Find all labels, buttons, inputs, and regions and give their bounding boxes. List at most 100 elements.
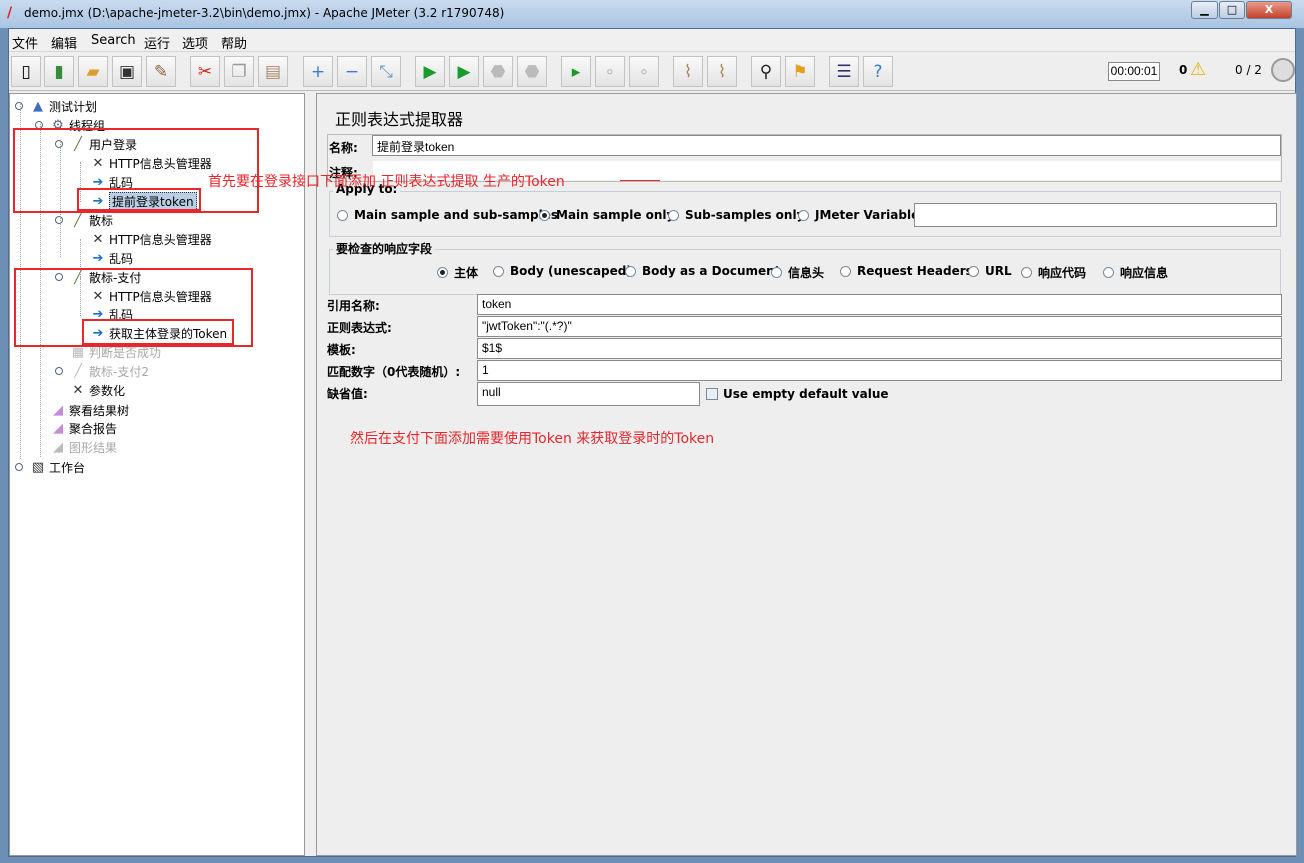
- active-threads: 0 / 2: [1235, 63, 1262, 77]
- radio-url[interactable]: URL: [968, 264, 1012, 278]
- tree-node[interactable]: ▲ 测试计划: [30, 97, 97, 115]
- radio-response-code[interactable]: 响应代码: [1021, 264, 1086, 281]
- help-icon[interactable]: ?: [863, 56, 893, 87]
- paste-icon[interactable]: ▤: [258, 56, 288, 87]
- tree-node-label: 散标: [89, 213, 114, 228]
- search-icon[interactable]: ⚲: [751, 56, 781, 87]
- tree-node-label: HTTP信息头管理器: [109, 232, 212, 247]
- radio-body-unescaped[interactable]: Body (unescaped): [493, 264, 632, 278]
- sampler-icon: ╱: [74, 363, 82, 379]
- cut-icon[interactable]: ✂: [190, 56, 220, 87]
- radio-main-only[interactable]: Main sample only: [539, 208, 674, 222]
- stop-icon[interactable]: ⬣: [483, 56, 513, 87]
- ref-name-input[interactable]: token: [477, 294, 1282, 315]
- config-icon: ✕: [92, 231, 104, 247]
- sampler-icon: ╱: [74, 212, 82, 228]
- radio-request-headers[interactable]: Request Headers: [840, 264, 973, 278]
- error-count: 0: [1179, 63, 1188, 77]
- minimize-button[interactable]: ▁: [1191, 1, 1218, 19]
- open-icon[interactable]: ▰: [78, 56, 108, 87]
- close-button[interactable]: X: [1246, 1, 1292, 19]
- start-no-pause-icon[interactable]: ▶: [449, 56, 479, 87]
- menu-search[interactable]: Search: [91, 33, 136, 48]
- remote-stop-icon[interactable]: ∘: [595, 56, 625, 87]
- reset-search-icon[interactable]: ⚑: [785, 56, 815, 87]
- menu-file[interactable]: 文件: [12, 33, 38, 52]
- remote-shutdown-icon[interactable]: ∘: [629, 56, 659, 87]
- tree-node-label: 察看结果树: [69, 403, 130, 418]
- annotation-line: [620, 180, 660, 181]
- radio-body-as-document[interactable]: Body as a Document: [625, 264, 780, 278]
- regex-label: 正则表达式:: [327, 321, 392, 335]
- ref-name-label: 引用名称:: [327, 299, 380, 313]
- tree-node[interactable]: ▧ 工作台: [30, 458, 85, 476]
- radio-jmeter-variable[interactable]: JMeter Variable: [798, 208, 919, 222]
- maximize-button[interactable]: □: [1219, 1, 1245, 19]
- new-icon[interactable]: ▯: [11, 56, 41, 87]
- collapse-icon[interactable]: −: [337, 56, 367, 87]
- save-icon[interactable]: ▣: [112, 56, 142, 87]
- tree-node-label: 参数化: [89, 383, 126, 398]
- regex-input[interactable]: "jwtToken":"(.*?)": [477, 316, 1282, 337]
- tree-node[interactable]: ╱ 散标: [70, 211, 113, 229]
- template-input[interactable]: $1$: [477, 338, 1282, 359]
- function-helper-icon[interactable]: ☰: [829, 56, 859, 87]
- start-icon[interactable]: ▶: [415, 56, 445, 87]
- tree-node[interactable]: ✕ 参数化: [70, 381, 125, 399]
- tree-node-label: 工作台: [49, 460, 86, 475]
- tree-node-label: 图形结果: [69, 440, 118, 455]
- expand-icon[interactable]: +: [303, 56, 333, 87]
- listener-icon: ◢: [53, 439, 63, 455]
- annotation-box-extractor: [77, 188, 201, 211]
- copy-icon[interactable]: ❐: [224, 56, 254, 87]
- jmeter-app-icon: /: [7, 5, 13, 21]
- annotation-text-second: 然后在支付下面添加需要使用Token 来获取登录时的Token: [350, 431, 715, 447]
- title-bar: / demo.jmx (D:\apache-jmeter-3.2\bin\dem…: [0, 0, 1304, 28]
- save-as-icon[interactable]: ✎: [146, 56, 176, 87]
- toggle-icon[interactable]: ⤡: [371, 56, 401, 87]
- templates-icon[interactable]: ▮: [44, 56, 74, 87]
- clear-all-icon[interactable]: ⌇: [707, 56, 737, 87]
- use-empty-default-checkbox[interactable]: Use empty default value: [706, 387, 889, 401]
- menu-help[interactable]: 帮助: [221, 33, 247, 52]
- tree-node[interactable]: ◢ 图形结果: [50, 438, 117, 456]
- menu-options[interactable]: 选项: [182, 33, 208, 52]
- annotation-text-first: 首先要在登录接口下面添加 正则表达式提取 生产的Token: [208, 174, 565, 190]
- menu-edit[interactable]: 编辑: [51, 33, 77, 52]
- expand-toggle[interactable]: [15, 102, 23, 110]
- listener-icon: ◢: [53, 402, 63, 418]
- window-title: demo.jmx (D:\apache-jmeter-3.2\bin\demo.…: [24, 6, 505, 20]
- name-input[interactable]: 提前登录token: [372, 135, 1281, 156]
- radio-sub-only[interactable]: Sub-samples only: [668, 208, 804, 222]
- warning-icon[interactable]: ⚠: [1190, 59, 1206, 80]
- radio-body[interactable]: 主体: [437, 264, 478, 281]
- tree-node[interactable]: ╱ 散标-支付2: [70, 362, 149, 380]
- tree-node[interactable]: ◢ 察看结果树: [50, 401, 129, 419]
- menu-run[interactable]: 运行: [144, 33, 170, 52]
- expand-toggle[interactable]: [15, 463, 23, 471]
- tree-node[interactable]: ➔ 乱码: [90, 249, 133, 267]
- match-no-label: 匹配数字（0代表随机）:: [327, 365, 461, 379]
- shutdown-icon[interactable]: ⬣: [517, 56, 547, 87]
- expand-toggle[interactable]: [55, 367, 63, 375]
- expand-toggle[interactable]: [55, 216, 63, 224]
- match-no-input[interactable]: 1: [477, 360, 1282, 381]
- remote-status-icon: [1271, 58, 1295, 82]
- clear-icon[interactable]: ⌇: [673, 56, 703, 87]
- tree-node-label: 测试计划: [49, 99, 98, 114]
- panel-title: 正则表达式提取器: [335, 110, 464, 129]
- default-value-input[interactable]: null: [477, 382, 700, 406]
- tree-node-label: 聚合报告: [69, 421, 118, 436]
- config-icon: ✕: [72, 382, 84, 398]
- toolbar: ▯ ▮ ▰ ▣ ✎ ✂ ❐ ▤ + − ⤡ ▶ ▶ ⬣ ⬣ ▸ ∘ ∘ ⌇ ⌇ …: [9, 53, 1295, 91]
- tree-node[interactable]: ✕ HTTP信息头管理器: [90, 230, 212, 248]
- radio-headers[interactable]: 信息头: [771, 264, 824, 281]
- radio-main-and-sub[interactable]: Main sample and sub-samples: [337, 208, 558, 222]
- elapsed-timer: 00:00:01: [1108, 62, 1160, 81]
- tree-node[interactable]: ◢ 聚合报告: [50, 419, 117, 437]
- radio-response-message[interactable]: 响应信息: [1103, 264, 1168, 281]
- template-label: 模板:: [327, 343, 356, 357]
- jmeter-variable-input[interactable]: [914, 203, 1277, 227]
- annotation-box-token-usage: [82, 319, 234, 345]
- remote-start-icon[interactable]: ▸: [561, 56, 591, 87]
